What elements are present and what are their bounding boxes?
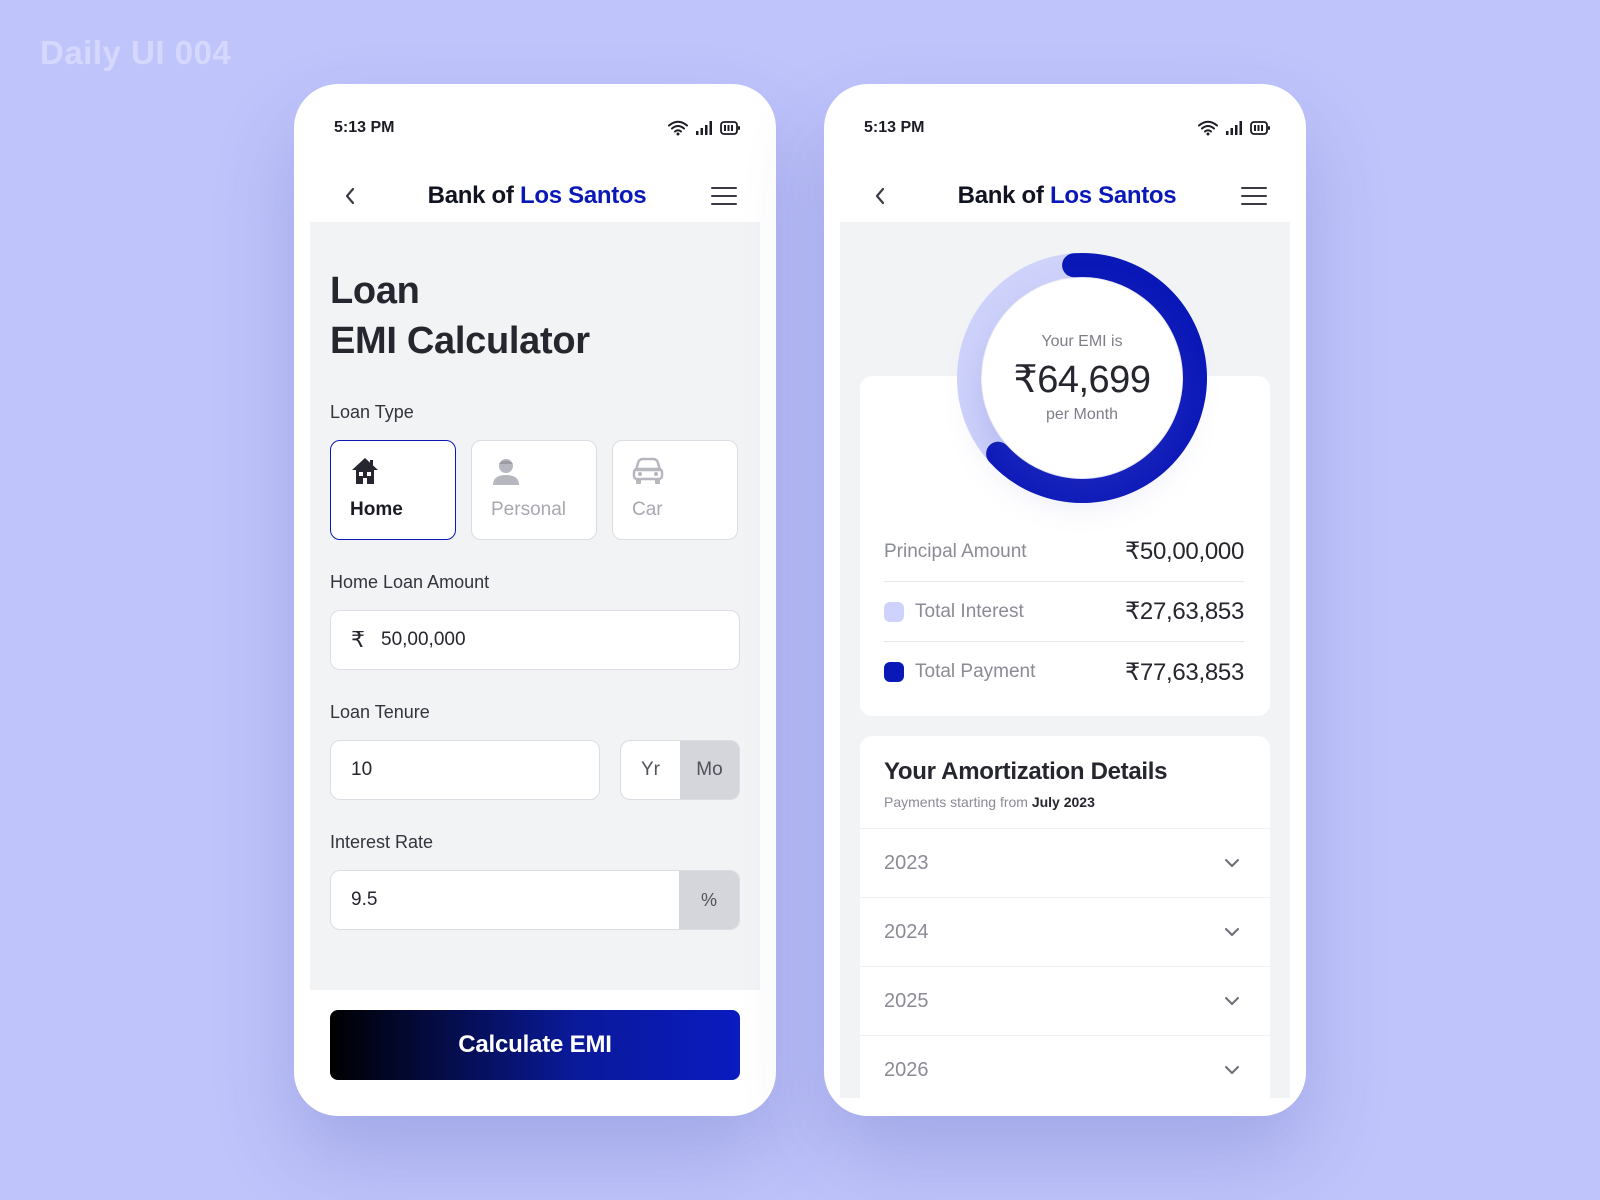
- loan-type-label-personal: Personal: [491, 499, 566, 520]
- brand-name: Bank of: [957, 182, 1044, 209]
- brand-name: Bank of: [427, 182, 514, 209]
- house-icon: [352, 458, 378, 484]
- status-time: 5:13 PM: [864, 119, 925, 136]
- brand-title: Bank of Los Santos: [958, 182, 1177, 210]
- year-label: 2026: [884, 1058, 929, 1081]
- menu-button[interactable]: [708, 180, 740, 212]
- emi-label: Your EMI is: [1041, 332, 1123, 350]
- principal-row: Principal Amount ₹50,00,000: [884, 522, 1244, 582]
- tenure-unit-toggle: Yr Mo: [620, 740, 740, 800]
- interest-value: ₹27,63,853: [1124, 598, 1244, 625]
- emi-value: ₹64,699: [1013, 358, 1151, 401]
- loan-tenure-input[interactable]: 10: [330, 740, 600, 800]
- battery-icon: [1250, 121, 1270, 135]
- chevron-down-icon: [1225, 1066, 1239, 1074]
- principal-value: ₹50,00,000: [1124, 538, 1244, 565]
- title-line-2: EMI Calculator: [330, 320, 590, 362]
- interest-row: Total Interest ₹27,63,853: [884, 582, 1244, 642]
- top-nav: Bank of Los Santos: [864, 176, 1270, 216]
- percent-suffix: %: [679, 871, 739, 929]
- person-icon: [493, 459, 519, 485]
- wifi-icon: [1198, 120, 1218, 136]
- loan-type-label-car: Car: [632, 499, 663, 520]
- chevron-left-icon: [345, 187, 355, 205]
- signal-icon: [1226, 121, 1242, 135]
- hamburger-icon: [1241, 187, 1267, 205]
- emi-center: Your EMI is ₹64,699 per Month: [982, 278, 1182, 478]
- menu-button[interactable]: [1238, 180, 1270, 212]
- payment-value: ₹77,63,853: [1124, 658, 1244, 686]
- interest-label: Total Interest: [915, 600, 1024, 622]
- battery-icon: [720, 121, 740, 135]
- tenure-label: Loan Tenure: [330, 702, 430, 722]
- signal-icon: [696, 121, 712, 135]
- year-row-2023[interactable]: 2023: [860, 828, 1270, 897]
- calculate-emi-button[interactable]: Calculate EMI: [330, 1010, 740, 1080]
- emi-donut-chart: Your EMI is ₹64,699 per Month: [956, 252, 1208, 504]
- amortization-title: Your Amortization Details: [884, 758, 1168, 785]
- back-button[interactable]: [334, 180, 366, 212]
- chevron-down-icon: [1225, 997, 1239, 1005]
- tenure-unit-month[interactable]: Mo: [680, 741, 739, 799]
- amortization-subtitle: Payments starting from July 2023: [884, 794, 1095, 810]
- year-row-2024[interactable]: 2024: [860, 897, 1270, 966]
- loan-type-car[interactable]: Car: [612, 440, 738, 540]
- result-screen: 5:13 PM Bank of Los Santos Principal Amo…: [824, 84, 1306, 1116]
- amortization-start: July 2023: [1031, 794, 1095, 810]
- brand-name-accent: Los Santos: [1049, 182, 1177, 209]
- amortization-subtitle-prefix: Payments starting from: [884, 794, 1028, 810]
- chevron-down-icon: [1225, 859, 1239, 867]
- year-label: 2025: [884, 989, 929, 1012]
- tenure-unit-year[interactable]: Yr: [621, 741, 680, 799]
- year-row-2025[interactable]: 2025: [860, 966, 1270, 1035]
- brand-name-accent: Los Santos: [519, 182, 647, 209]
- loan-amount-value: 50,00,000: [381, 629, 466, 650]
- amortization-card: Your Amortization Details Payments start…: [860, 736, 1270, 1116]
- interest-rate-value: 9.5: [351, 889, 378, 910]
- loan-tenure-value: 10: [351, 759, 373, 780]
- chevron-left-icon: [875, 187, 885, 205]
- rate-label: Interest Rate: [330, 832, 434, 852]
- hamburger-icon: [711, 187, 737, 205]
- interest-swatch: [884, 601, 904, 622]
- status-time: 5:13 PM: [334, 119, 395, 136]
- title-line-1: Loan: [330, 270, 420, 312]
- loan-type-label-home: Home: [350, 499, 403, 520]
- payment-row: Total Payment ₹77,63,853: [884, 642, 1244, 702]
- amount-label: Home Loan Amount: [330, 572, 490, 592]
- chevron-down-icon: [1225, 928, 1239, 936]
- result-area: Principal Amount ₹50,00,000 Total Intere…: [840, 222, 1290, 1116]
- loan-type-selector: Home Personal Car: [330, 440, 738, 540]
- principal-label: Principal Amount: [884, 540, 1027, 562]
- emi-period: per Month: [1045, 405, 1119, 423]
- payment-swatch: [884, 662, 904, 682]
- payment-label: Total Payment: [915, 661, 1036, 682]
- car-icon: [632, 457, 664, 484]
- interest-rate-input[interactable]: 9.5 %: [330, 870, 740, 930]
- page-title: Loan EMI Calculator: [330, 266, 590, 366]
- top-nav: Bank of Los Santos: [334, 176, 740, 216]
- year-label: 2023: [884, 851, 929, 874]
- wifi-icon: [668, 120, 688, 136]
- brand-title: Bank of Los Santos: [428, 182, 647, 210]
- loan-amount-input[interactable]: ₹ 50,00,000: [330, 610, 740, 670]
- watermark: Daily UI 004: [40, 34, 232, 71]
- rupee-icon: ₹: [351, 627, 365, 652]
- loan-type-home[interactable]: Home: [330, 440, 456, 540]
- calculator-screen: 5:13 PM Bank of Los Santos Loan EMI Calc…: [294, 84, 776, 1116]
- status-bar: 5:13 PM: [334, 116, 740, 140]
- year-row-2026[interactable]: 2026: [860, 1035, 1270, 1104]
- back-button[interactable]: [864, 180, 896, 212]
- status-bar: 5:13 PM: [864, 116, 1270, 140]
- year-label: 2024: [884, 920, 929, 943]
- loan-type-personal[interactable]: Personal: [471, 440, 597, 540]
- loan-type-label: Loan Type: [330, 402, 414, 422]
- calculator-form: Loan EMI Calculator Loan Type Home Perso…: [310, 222, 760, 990]
